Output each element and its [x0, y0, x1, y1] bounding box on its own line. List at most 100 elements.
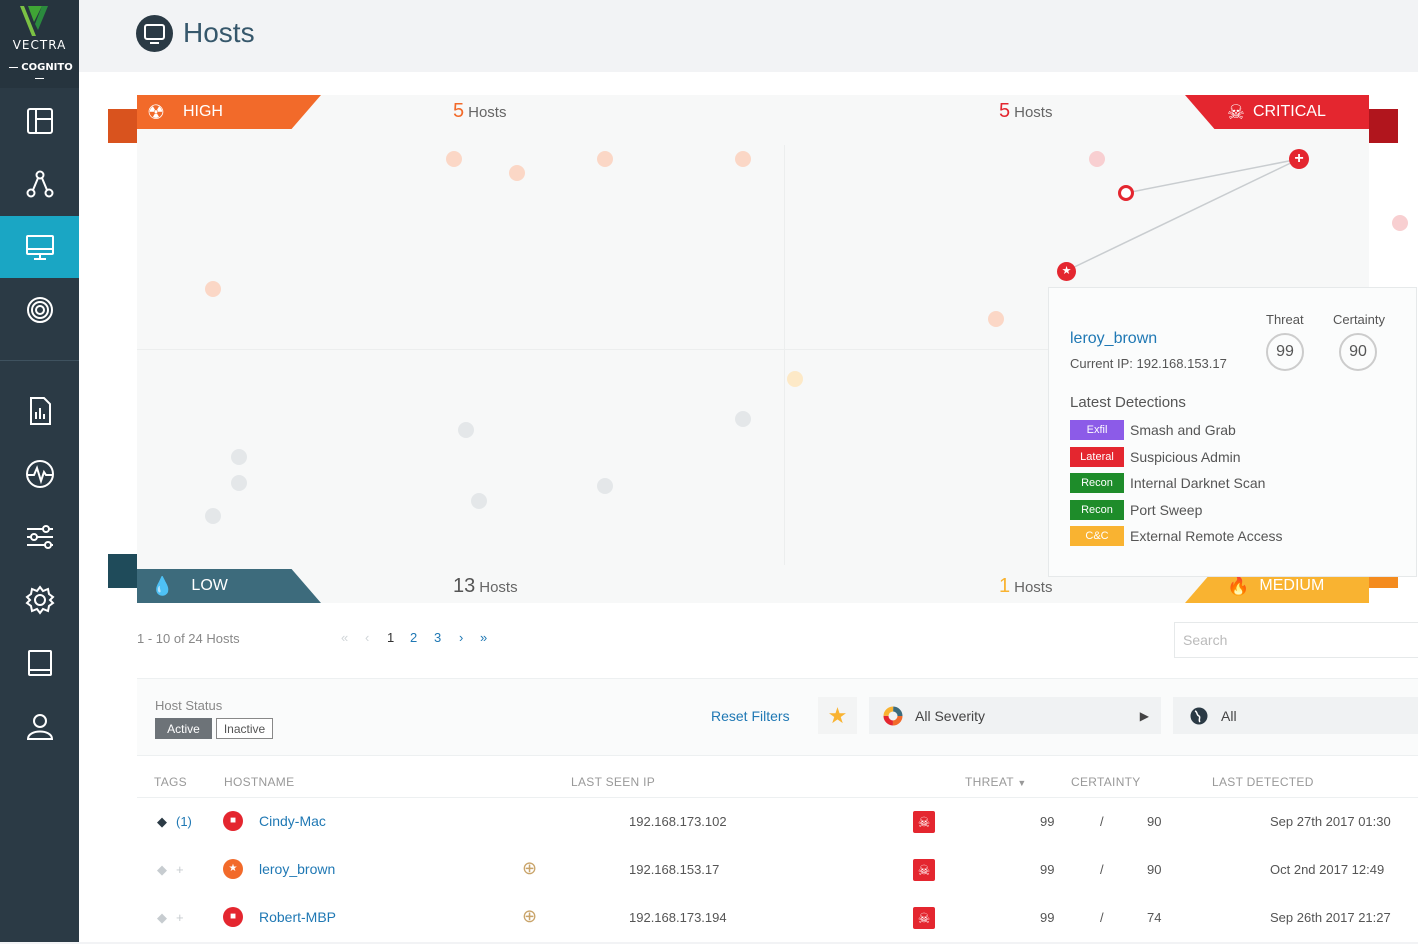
layout-icon	[26, 108, 53, 134]
severity-pie-icon	[883, 706, 903, 725]
col-last-seen-ip[interactable]: LAST SEEN IP	[571, 775, 655, 789]
fire-icon: 🔥	[1227, 575, 1250, 596]
scope-select[interactable]: All	[1173, 697, 1418, 734]
severity-select[interactable]: All Severity ▶	[869, 697, 1161, 734]
high-tab-edge	[108, 109, 137, 143]
gear-icon	[24, 585, 55, 615]
filter-bar: Host Status Active Inactive Reset Filter…	[137, 678, 1418, 756]
quadrant-high-label: ☢ HIGH	[137, 95, 321, 129]
col-certainty[interactable]: CERTAINTY	[1071, 775, 1141, 789]
popup-host-name[interactable]: leroy_brown	[1070, 330, 1157, 348]
reset-filters-link[interactable]: Reset Filters	[711, 708, 790, 724]
col-threat[interactable]: THREAT ▼	[965, 775, 1027, 789]
host-detail-popup: leroy_brown Current IP: 192.168.153.17 T…	[1048, 287, 1417, 577]
tag-count[interactable]: +	[176, 862, 184, 877]
hostname-link[interactable]: Cindy-Mac	[259, 813, 326, 829]
tag-icon[interactable]: ◆	[157, 814, 167, 830]
chevron-right-icon: ▶	[1139, 708, 1149, 723]
quadrant-critical-label: ☠ CRITICAL	[1185, 95, 1369, 129]
tag-count[interactable]: +	[176, 910, 184, 925]
inactive-filter-button[interactable]: Inactive	[216, 718, 273, 739]
col-last-detected[interactable]: LAST DETECTED	[1212, 775, 1314, 789]
tag-count[interactable]: (1)	[176, 814, 192, 829]
brand-name: VECTRA	[12, 38, 67, 52]
page-1[interactable]: 1	[387, 630, 394, 645]
hosts-header-icon	[136, 15, 173, 52]
hostname-link[interactable]: Robert-MBP	[259, 909, 336, 925]
nav-campaigns[interactable]	[0, 153, 79, 215]
tag-icon[interactable]: ◆	[157, 862, 167, 878]
page-3[interactable]: 3	[434, 630, 441, 645]
nav-hosts[interactable]	[0, 216, 79, 278]
first-page-button[interactable]: «	[341, 630, 348, 645]
results-range: 1 - 10 of 24 Hosts	[137, 631, 240, 646]
detection-name: Internal Darknet Scan	[1130, 475, 1266, 491]
detection-item[interactable]: Recon Port Sweep	[1070, 499, 1202, 520]
vectra-logo[interactable]: VECTRA COGNITO	[0, 0, 79, 88]
prev-page-button[interactable]: ‹	[365, 630, 369, 645]
last-page-button[interactable]: »	[480, 630, 487, 645]
last-seen-ip: 192.168.153.17	[629, 862, 720, 877]
skull-icon: ☠	[913, 907, 935, 929]
nav-settings[interactable]	[0, 569, 79, 631]
nav-health[interactable]	[0, 443, 79, 505]
latest-detections-title: Latest Detections	[1070, 394, 1186, 411]
nav-profile[interactable]	[0, 695, 79, 757]
detection-item[interactable]: Lateral Suspicious Admin	[1070, 446, 1241, 467]
col-hostname[interactable]: HOSTNAME	[224, 775, 294, 789]
nav-dashboard[interactable]	[0, 90, 79, 152]
sliders-icon	[26, 525, 53, 549]
star-icon: ★	[827, 702, 848, 728]
add-host-icon[interactable]: +	[1289, 149, 1309, 169]
nav-threat[interactable]	[0, 279, 79, 341]
critical-count: 5 Hosts	[999, 100, 1053, 122]
star-host-marker[interactable]: ★	[1057, 262, 1076, 281]
crosshair-icon: ⊕	[522, 906, 538, 926]
severity-value: All Severity	[915, 707, 986, 724]
critical-tab-edge	[1369, 109, 1398, 143]
certainty-value: 90	[1147, 814, 1162, 829]
monitor-icon	[25, 235, 54, 260]
drop-icon: 💧	[151, 575, 174, 596]
table-row[interactable]: ◆ + ■ Robert-MBP ⊕ 192.168.173.194 ☠ 99 / 74 Sep 2…	[137, 896, 1418, 944]
last-seen-ip: 192.168.173.194	[629, 910, 727, 925]
certainty-score: 90	[1339, 333, 1377, 371]
page-2[interactable]: 2	[410, 630, 417, 645]
table-row[interactable]: ◆ + ★ leroy_brown ⊕ 192.168.153.17 ☠ 99 / 90 Oct 2…	[137, 848, 1418, 896]
low-count: 13 Hosts	[453, 575, 518, 597]
host-status-icon: ■	[223, 907, 243, 927]
radiation-icon: ☢	[147, 101, 165, 124]
score-separator: /	[1100, 862, 1104, 877]
detection-category-badge: C&C	[1070, 526, 1124, 546]
tag-icon[interactable]: ◆	[157, 910, 167, 926]
col-tags[interactable]: TAGS	[154, 775, 187, 789]
next-page-button[interactable]: ›	[459, 630, 463, 645]
threat-value: 99	[1040, 862, 1055, 877]
nav-triage[interactable]	[0, 506, 79, 568]
favorites-filter-button[interactable]: ★	[818, 697, 857, 734]
host-marker[interactable]	[1392, 215, 1408, 231]
hostname-link[interactable]: leroy_brown	[259, 861, 335, 877]
host-marker-selected[interactable]	[1118, 185, 1134, 201]
last-detected: Sep 26th 2017 21:27	[1270, 910, 1391, 925]
book-icon	[27, 650, 52, 676]
page-title: Hosts	[183, 17, 255, 48]
quadrant-low-label: 💧 LOW	[137, 569, 321, 603]
detection-name: External Remote Access	[1130, 528, 1283, 544]
page-header: Hosts	[79, 0, 1418, 72]
detection-item[interactable]: Exfil Smash and Grab	[1070, 420, 1236, 440]
active-filter-button[interactable]: Active	[155, 718, 212, 739]
detection-item[interactable]: C&C External Remote Access	[1070, 526, 1283, 546]
report-icon	[29, 397, 51, 425]
detection-name: Suspicious Admin	[1130, 448, 1241, 465]
skull-icon: ☠	[1227, 101, 1245, 124]
search-input[interactable]	[1175, 623, 1418, 657]
nav-reports[interactable]	[0, 380, 79, 442]
detection-item[interactable]: Recon Internal Darknet Scan	[1070, 473, 1265, 493]
medium-count: 1 Hosts	[999, 575, 1053, 597]
nav-docs[interactable]	[0, 632, 79, 694]
skull-icon: ☠	[913, 859, 935, 881]
host-status-label: Host Status	[155, 698, 223, 713]
score-separator: /	[1100, 910, 1104, 925]
table-row[interactable]: ◆ (1) ■ Cindy-Mac 192.168.173.102 ☠ 99 / 90 Sep 2…	[137, 800, 1418, 848]
